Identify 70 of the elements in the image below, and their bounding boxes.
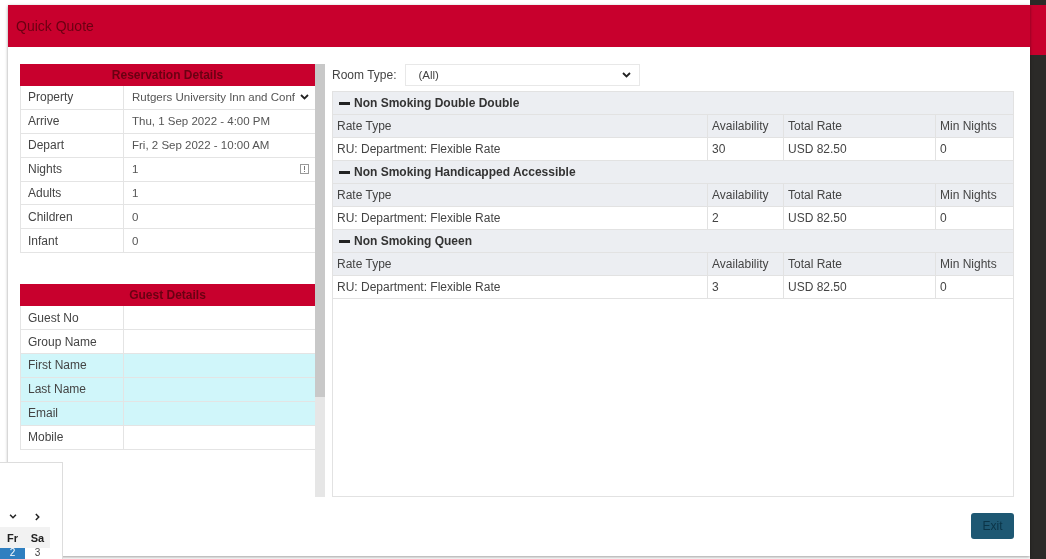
column-header: Min Nights [935, 115, 1013, 137]
table-cell: 2 [707, 207, 783, 229]
field-value[interactable]: 1 [132, 187, 139, 199]
field-label: Group Name [21, 330, 124, 353]
field-value[interactable]: 0 [132, 210, 139, 223]
column-header: Availability [707, 115, 783, 137]
field-label: Arrive [21, 109, 124, 133]
field-label: Infant [21, 229, 124, 253]
minus-icon [339, 239, 350, 243]
table-cell-text: RU: Department: Flexible Rate [336, 279, 502, 296]
column-header: Rate Type [336, 118, 393, 135]
field-label: Nights [21, 157, 124, 181]
field-label: Children [21, 205, 124, 229]
weekday-header: Fr [0, 527, 25, 548]
column-header: Min Nights [935, 184, 1013, 206]
field-label: Mobile [21, 425, 124, 449]
room-group-header[interactable]: Non Smoking Double Double [333, 92, 1013, 115]
column-header: Rate Type [336, 187, 393, 204]
calendar-day[interactable]: 3 [25, 548, 50, 559]
column-header: Min Nights [935, 253, 1013, 275]
section-header: Reservation Details [20, 64, 315, 86]
field-value[interactable]: 0 [132, 234, 139, 247]
room-group-header[interactable]: Non Smoking Queen [333, 230, 1013, 253]
room-type-label: Room Type: [332, 68, 397, 82]
table-cell: USD 82.50 [783, 207, 935, 229]
column-header: Availability [707, 184, 783, 206]
field-value[interactable]: 1 [132, 163, 139, 176]
scrollbar[interactable] [315, 64, 325, 497]
field-label: Property [21, 86, 124, 109]
table-cell: 0 [935, 276, 1013, 298]
input-field[interactable]: Mobile [20, 425, 315, 450]
field-label: Last Name [21, 377, 124, 401]
chevron-down-icon[interactable] [8, 514, 17, 519]
field-label: First Name [21, 354, 124, 377]
field-value[interactable]: Thu, 1 Sep 2022 - 4:00 PM [132, 115, 271, 128]
column-header: Rate Type [336, 256, 393, 273]
table-cell: USD 82.50 [783, 276, 935, 298]
column-header: Total Rate [783, 184, 935, 206]
input-field[interactable]: Guest No [20, 306, 315, 331]
field-label: Guest No [21, 306, 124, 330]
column-header: Availability [707, 253, 783, 275]
field-label: Depart [21, 133, 124, 157]
chevron-down-icon [300, 94, 309, 101]
column-header: Total Rate [783, 115, 935, 137]
field-label: Email [21, 401, 124, 425]
table-cell: 0 [935, 138, 1013, 160]
minus-icon [339, 170, 350, 174]
section-header: Guest Details [20, 284, 315, 307]
room-group-header[interactable]: Non Smoking Handicapped Accessible [333, 161, 1013, 184]
scrollbar-thumb[interactable] [315, 64, 325, 397]
window-title: Quick Quote [16, 18, 94, 34]
weekday-header: Sa [25, 527, 50, 548]
chevron-right-icon[interactable] [35, 512, 40, 521]
input-field[interactable]: First Name [20, 354, 315, 378]
table-cell: USD 82.50 [783, 138, 935, 160]
calendar-day[interactable]: 2 [0, 548, 25, 559]
input-field[interactable]: Last Name [20, 377, 315, 402]
table-cell: 3 [707, 276, 783, 298]
property-value[interactable]: Rutgers University Inn and Conf [132, 91, 295, 104]
field-value[interactable]: Fri, 2 Sep 2022 - 10:00 AM [132, 139, 270, 152]
table-cell: 30 [707, 138, 783, 160]
field-label: Adults [21, 181, 124, 205]
room-type-select[interactable]: (All) [405, 64, 641, 86]
table-cell-text: RU: Department: Flexible Rate [336, 141, 502, 158]
column-header: Total Rate [783, 253, 935, 275]
table-cell: 0 [935, 207, 1013, 229]
input-field[interactable]: Email [20, 401, 315, 426]
table-cell-text: RU: Department: Flexible Rate [336, 210, 502, 227]
minus-icon [339, 101, 350, 105]
chevron-down-icon [622, 72, 632, 78]
